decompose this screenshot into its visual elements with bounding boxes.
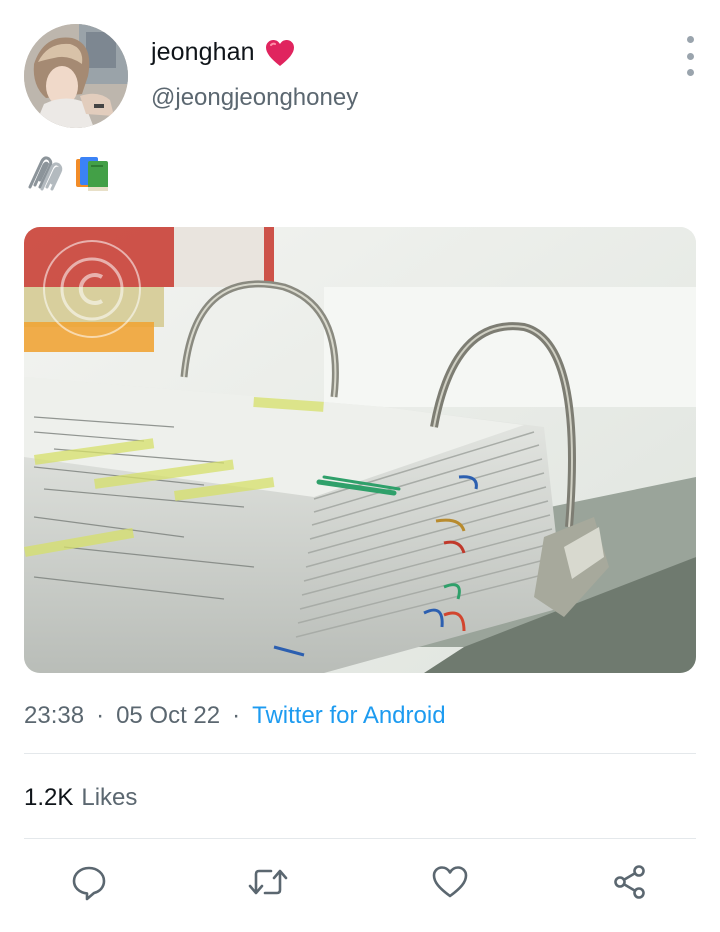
likes-label: Likes bbox=[81, 784, 138, 811]
likes-count: 1.2K bbox=[24, 784, 74, 811]
divider bbox=[24, 838, 696, 839]
more-dot-icon bbox=[686, 69, 694, 76]
tweet-time: 23:38 bbox=[24, 702, 85, 729]
like-button[interactable] bbox=[426, 858, 474, 906]
more-options-button[interactable] bbox=[676, 36, 704, 76]
share-icon bbox=[614, 865, 645, 899]
tweet-image[interactable] bbox=[24, 227, 696, 673]
separator: · bbox=[96, 702, 105, 729]
likes-stat[interactable]: 1.2K Likes bbox=[24, 784, 137, 812]
reply-button[interactable] bbox=[65, 858, 113, 906]
heart-icon bbox=[432, 866, 468, 898]
name-row: jeonghan bbox=[151, 38, 295, 67]
separator: · bbox=[232, 702, 241, 729]
tweet-source-link[interactable]: Twitter for Android bbox=[252, 702, 445, 730]
tweet-meta: 23:38 · 05 Oct 22 · Twitter for Android bbox=[24, 702, 446, 730]
display-name[interactable]: jeonghan bbox=[151, 38, 255, 67]
retweet-icon bbox=[248, 869, 288, 895]
tweet-date: 05 Oct 22 bbox=[116, 702, 221, 729]
paperclips-emoji-icon bbox=[28, 156, 63, 191]
red-heart-emoji-icon bbox=[265, 39, 294, 66]
action-bar bbox=[0, 858, 720, 906]
share-button[interactable] bbox=[606, 858, 654, 906]
avatar[interactable] bbox=[24, 24, 128, 128]
books-emoji-icon bbox=[76, 157, 108, 191]
retweet-button[interactable] bbox=[244, 858, 292, 906]
reply-icon bbox=[72, 866, 106, 901]
tweet-detail: jeonghan @jeongjeonghoney 23:38 · 05 Oct… bbox=[0, 0, 720, 932]
tweet-text bbox=[24, 152, 112, 194]
divider bbox=[24, 753, 696, 754]
more-dot-icon bbox=[686, 52, 694, 60]
user-handle[interactable]: @jeongjeonghoney bbox=[151, 84, 358, 112]
more-dot-icon bbox=[686, 36, 694, 43]
